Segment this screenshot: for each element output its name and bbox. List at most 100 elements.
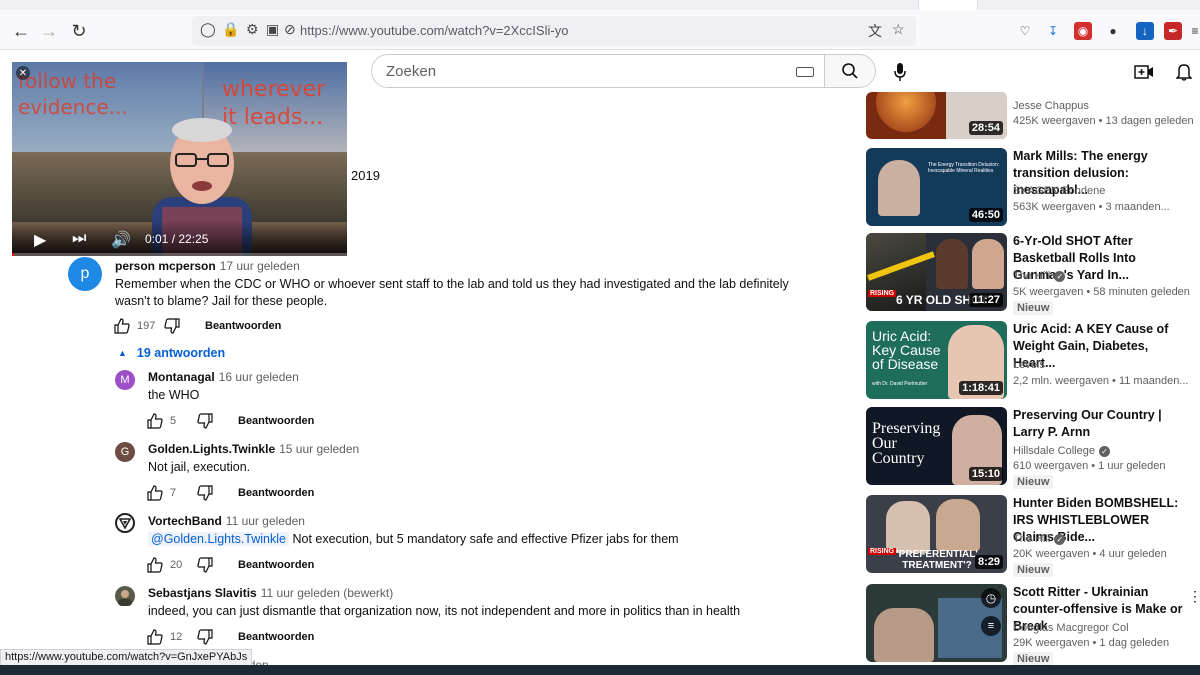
extension-icon[interactable]: ● [1104,22,1122,40]
reply-button[interactable]: Beantwoorden [238,487,314,499]
progress-bar[interactable] [12,253,347,256]
channel-name[interactable]: SKAGEN Fondene [1013,185,1105,197]
reply-button[interactable]: Beantwoorden [238,415,314,427]
video-thumbnail[interactable]: RISING 6 YR OLD SHOT 11:27 [866,233,1007,311]
avatar[interactable]: p [68,257,102,291]
video-title[interactable]: Preserving Our Country | Larry P. Arnn [1013,407,1188,441]
dislike-button[interactable] [196,412,214,430]
close-player-button[interactable]: ✕ [16,66,30,80]
reply-avatar[interactable]: G [115,442,135,462]
active-tab[interactable] [918,0,978,10]
reply-avatar[interactable] [115,513,135,533]
pocket-icon[interactable]: ♡ [1016,22,1034,40]
create-video-button[interactable] [1132,60,1156,84]
reply-button[interactable]: Beantwoorden [205,320,281,332]
comment-author[interactable]: person mcperson 17 uur geleden [115,259,300,273]
video-channel[interactable]: The Hill ✓ [1013,533,1066,545]
replies-toggle[interactable]: ▲ 19 antwoorden [118,346,225,360]
comment-author-name[interactable]: person mcperson [115,259,216,273]
reply-author[interactable]: Golden.Lights.Twinkle 15 uur geleden [148,442,359,456]
channel-name[interactable]: The Hill [1013,533,1050,545]
reply-time[interactable]: 15 uur geleden [279,442,359,456]
video-channel[interactable]: The Hill ✓ [1013,270,1066,282]
downloads-icon[interactable]: ↧ [1044,22,1062,40]
play-icon[interactable]: ▶ [34,230,46,250]
video-thumbnail[interactable]: RISING 'PREFERENTIAL' TREATMENT'? 8:29 [866,495,1007,573]
like-button[interactable] [146,484,164,502]
video-thumbnail[interactable]: Uric Acid: Key Cause of Disease with Dr.… [866,321,1007,399]
reply-avatar[interactable]: M [115,370,135,390]
vortech-logo-icon [119,518,131,529]
reload-icon[interactable]: ↻ [66,18,92,44]
like-button[interactable] [146,556,164,574]
replies-count[interactable]: 19 antwoorden [137,346,225,360]
reply-author[interactable]: Montanagal 16 uur geleden [148,370,299,384]
volume-icon[interactable]: 🔊 [111,230,131,250]
lock-icon[interactable]: 🔒 [222,21,239,38]
like-button[interactable] [146,412,164,430]
reply-author[interactable]: Sebastjans Slavitis 11 uur geleden (bewer… [148,586,393,600]
search-box[interactable]: Zoeken [371,54,825,88]
reply-time[interactable]: 11 uur geleden [226,514,305,528]
address-bar[interactable]: ◯ 🔒 ⚙ ▣ ⊘ https://www.youtube.com/watch?… [192,16,916,46]
reply-button[interactable]: Beantwoorden [238,631,314,643]
video-channel[interactable]: Levels [1013,359,1045,371]
like-button[interactable] [113,317,131,335]
channel-name[interactable]: Hillsdale College [1013,445,1095,457]
video-channel[interactable]: SKAGEN Fondene [1013,185,1105,197]
search-icon [842,63,858,79]
forward-icon[interactable]: → [36,18,62,44]
microphone-button[interactable] [886,58,914,86]
reply-time[interactable]: 16 uur geleden [219,370,299,384]
reply-avatar[interactable] [115,586,135,606]
video-thumbnail[interactable]: Preserving Our Country 15:10 [866,407,1007,485]
search-button[interactable] [824,54,876,88]
pdf-extension-icon[interactable]: ✒ [1164,22,1182,40]
channel-name[interactable]: Douglas Macgregor Col [1013,622,1129,634]
video-thumbnail[interactable]: ◷ ≡ [866,584,1007,662]
camera-blocked-icon[interactable]: ▣ [266,21,279,38]
mention-link[interactable]: @Golden.Lights.Twinkle [148,532,289,546]
mini-player[interactable]: follow the evidence... wherever it leads… [12,62,347,256]
thumbnail-subcaption: with Dr. David Perlmutter [872,381,928,387]
more-options-icon[interactable]: ⋮ [1188,588,1200,605]
reply-author[interactable]: VortechBand 11 uur geleden [148,514,305,528]
reply-time[interactable]: 11 uur geleden (bewerkt) [261,586,394,600]
reply-author-name[interactable]: Golden.Lights.Twinkle [148,442,275,456]
reply-author-name[interactable]: Montanagal [148,370,215,384]
channel-name[interactable]: Levels [1013,359,1045,371]
dislike-button[interactable] [163,317,181,335]
shield-icon[interactable]: ◯ [200,21,216,38]
channel-name[interactable]: Jesse Chappus [1013,100,1089,112]
next-icon[interactable]: ⏭ [72,230,86,248]
video-channel[interactable]: Hillsdale College ✓ [1013,445,1110,457]
comment-time[interactable]: 17 uur geleden [220,259,300,273]
keyboard-icon[interactable] [796,67,814,77]
notifications-button[interactable] [1172,60,1196,84]
add-to-queue-icon[interactable]: ≡ [981,616,1001,636]
autoplay-blocked-icon[interactable]: ⊘ [284,21,296,38]
like-button[interactable] [146,628,164,646]
url-text[interactable]: https://www.youtube.com/watch?v=2XccISli… [300,23,568,38]
permissions-icon[interactable]: ⚙ [246,21,259,38]
ublock-icon[interactable]: ◉ [1074,22,1092,40]
reply-author-name[interactable]: VortechBand [148,514,222,528]
channel-name[interactable]: The Hill [1013,270,1050,282]
search-input[interactable]: Zoeken [386,63,436,80]
video-channel[interactable]: Jesse Chappus [1013,100,1089,112]
download-helper-icon[interactable]: ↓ [1136,22,1154,40]
dislike-button[interactable] [196,628,214,646]
clock-icon[interactable]: ◷ [981,588,1001,608]
video-thumbnail[interactable]: The Energy Transition Delusion: Inescapa… [866,148,1007,226]
dislike-button[interactable] [196,484,214,502]
dislike-button[interactable] [196,556,214,574]
menu-icon[interactable]: ≡ [1186,22,1200,40]
video-thumbnail[interactable]: 28:54 [866,92,1007,139]
reply-author-name[interactable]: Sebastjans Slavitis [148,586,257,600]
reply-text: the WHO [148,388,200,402]
bookmark-star-icon[interactable]: ☆ [892,21,905,38]
translate-icon[interactable]: 文 [868,21,882,41]
back-icon[interactable]: ← [8,18,34,44]
video-channel[interactable]: Douglas Macgregor Col [1013,622,1129,634]
reply-button[interactable]: Beantwoorden [238,559,314,571]
